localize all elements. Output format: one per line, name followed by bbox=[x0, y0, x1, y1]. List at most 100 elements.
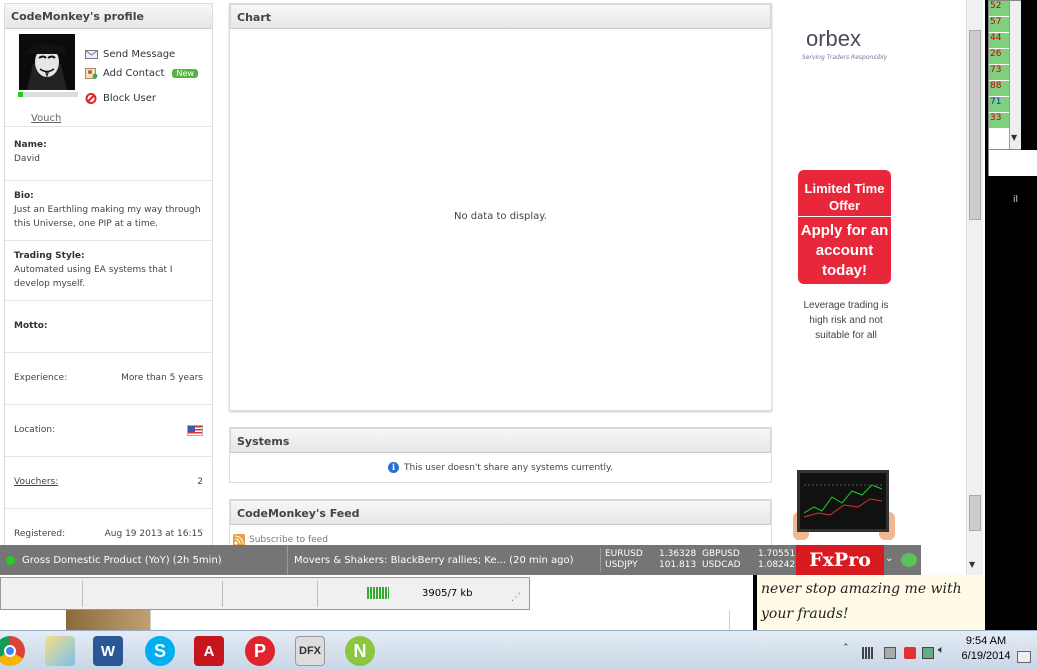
rate-value: 1.70551 bbox=[758, 549, 796, 559]
location-row: Location: bbox=[14, 425, 203, 436]
status-cell bbox=[83, 581, 223, 607]
trading-style-field: Trading Style: Automated using EA system… bbox=[5, 240, 212, 300]
block-user-button[interactable]: Block User bbox=[85, 93, 156, 104]
list-item: 52 bbox=[989, 1, 1009, 17]
vouch-link[interactable]: Vouch bbox=[31, 113, 61, 124]
experience-label: Experience: bbox=[14, 373, 68, 383]
rate-value: 1.36328 bbox=[659, 549, 697, 559]
signal-icon[interactable] bbox=[862, 647, 874, 659]
scroll-down-icon[interactable]: ▼ bbox=[969, 560, 975, 569]
skype-taskbar-button[interactable]: S bbox=[138, 633, 182, 669]
chrome-taskbar-button[interactable] bbox=[0, 633, 32, 669]
ticker-event[interactable]: Gross Domestic Product (YoY) (2h 5min) bbox=[22, 555, 222, 566]
experience-row: Experience: More than 5 years bbox=[14, 373, 203, 383]
meme-line-1: never stop amazing me with bbox=[761, 581, 962, 597]
list-scrollbar[interactable]: ▼ bbox=[1009, 1, 1021, 149]
orbex-ad[interactable]: orbex Serving Traders Responsibly bbox=[790, 0, 900, 80]
limited-offer-ad[interactable]: Limited Time Offer Apply for an account … bbox=[798, 170, 891, 284]
vouchers-value: 2 bbox=[197, 477, 203, 487]
status-cell bbox=[223, 581, 318, 607]
offer-cta: Apply for an account today! bbox=[800, 222, 889, 279]
fxpro-logo[interactable]: FxPro bbox=[796, 545, 884, 575]
add-contact-label: Add Contact bbox=[103, 68, 165, 79]
list-item: 73 bbox=[989, 65, 1009, 81]
chevron-down-icon[interactable]: ▼ bbox=[1011, 133, 1017, 142]
registered-value: Aug 19 2013 at 16:15 bbox=[104, 529, 203, 539]
add-contact-button[interactable]: Add Contact New bbox=[85, 68, 198, 79]
info-icon: i bbox=[388, 462, 400, 473]
profile-title: CodeMonkey's profile bbox=[5, 4, 212, 29]
send-message-button[interactable]: Send Message bbox=[85, 49, 175, 60]
background-photo bbox=[66, 610, 150, 630]
experience-value: More than 5 years bbox=[121, 373, 203, 383]
orbex-logo: orbex bbox=[806, 26, 862, 51]
subscribe-feed-label: Subscribe to feed bbox=[249, 535, 328, 545]
chart-panel: Chart No data to display. bbox=[229, 3, 772, 411]
systems-panel: Systems i This user doesn't share any sy… bbox=[229, 427, 772, 483]
inner-scroll-thumb[interactable] bbox=[969, 495, 981, 531]
new-badge: New bbox=[172, 69, 198, 78]
us-flag-icon bbox=[187, 425, 203, 436]
clock[interactable]: 9:54 AM 6/19/2014 bbox=[951, 634, 1021, 664]
registered-row: Registered: Aug 19 2013 at 16:15 bbox=[14, 529, 203, 539]
meme-line-2: your frauds! bbox=[761, 606, 849, 622]
security-alert-icon[interactable] bbox=[904, 647, 916, 659]
taskbar: W S A P DFX N ⌃ 🔈︎ 9:54 AM 6/19/2014 bbox=[0, 630, 1037, 670]
clock-time: 9:54 AM bbox=[965, 635, 1007, 647]
resize-grip-icon[interactable]: ⋰ bbox=[511, 592, 521, 603]
explorer-icon bbox=[45, 636, 75, 666]
list-window-frame bbox=[988, 150, 1037, 176]
network-icon[interactable] bbox=[922, 647, 934, 659]
acrobat-taskbar-button[interactable]: A bbox=[187, 633, 231, 669]
chat-icon[interactable] bbox=[901, 553, 917, 567]
scroll-thumb[interactable] bbox=[969, 30, 981, 220]
meme-caption: never stop amazing me with your frauds! bbox=[753, 575, 985, 630]
word-taskbar-button[interactable]: W bbox=[86, 633, 130, 669]
offer-headline: Limited Time Offer bbox=[798, 180, 891, 217]
chevron-down-icon[interactable]: ⌄ bbox=[885, 553, 893, 564]
ticker-news[interactable]: Movers & Shakers: BlackBerry rallies; Ke… bbox=[294, 555, 574, 566]
skype-icon: S bbox=[145, 636, 175, 666]
chrome-icon bbox=[0, 636, 25, 666]
show-hidden-icons-icon[interactable]: ⌃ bbox=[842, 643, 854, 655]
list-item: 33 bbox=[989, 113, 1009, 129]
registered-label: Registered: bbox=[14, 529, 66, 539]
ticker-rates: EURUSD 1.36328 GBPUSD 1.70551 USDJPY 101… bbox=[600, 548, 795, 572]
volume-icon[interactable]: 🔈︎ bbox=[938, 643, 950, 656]
page-scrollbar[interactable]: ▼ bbox=[966, 0, 983, 575]
pinterest-taskbar-button[interactable]: P bbox=[238, 633, 282, 669]
rate-pair: EURUSD bbox=[605, 549, 643, 559]
list-item: 88 bbox=[989, 81, 1009, 97]
ninja-taskbar-button[interactable]: N bbox=[338, 633, 382, 669]
vouchers-link[interactable]: Vouchers: bbox=[14, 477, 58, 487]
battery-icon[interactable] bbox=[884, 647, 896, 659]
pinterest-icon: P bbox=[245, 636, 275, 666]
clock-date: 6/19/2014 bbox=[961, 650, 1011, 662]
side-number-list[interactable]: 52 57 44 26 73 88 71 33 ▼ bbox=[988, 0, 1021, 150]
side-text: il bbox=[1013, 195, 1019, 205]
add-contact-icon bbox=[85, 68, 98, 79]
name-value: David bbox=[14, 154, 40, 164]
block-icon bbox=[85, 93, 97, 104]
motto-field: Motto: bbox=[5, 300, 212, 352]
rate-value: 101.813 bbox=[659, 560, 697, 570]
list-item: 44 bbox=[989, 33, 1009, 49]
rate-pair: GBPUSD bbox=[702, 549, 740, 559]
rate-value: 1.08242 bbox=[758, 560, 796, 570]
block-user-label: Block User bbox=[103, 93, 157, 104]
name-field: Name: David bbox=[5, 126, 212, 180]
dfx-taskbar-button[interactable]: DFX bbox=[288, 633, 332, 669]
risk-disclaimer: Leverage trading is high risk and not su… bbox=[803, 300, 889, 341]
trading-style-value: Automated using EA systems that I develo… bbox=[14, 265, 173, 289]
status-cell bbox=[1, 581, 83, 607]
trading-monitor-ad[interactable] bbox=[797, 470, 889, 532]
trading-style-label: Trading Style: bbox=[14, 251, 85, 261]
systems-title: Systems bbox=[230, 428, 771, 453]
bio-value: Just an Earthling making my way through … bbox=[14, 205, 201, 229]
send-message-label: Send Message bbox=[103, 49, 176, 60]
avatar[interactable] bbox=[19, 34, 75, 90]
status-bar-window: 3905/7 kb ⋰ bbox=[0, 577, 530, 610]
bio-label: Bio: bbox=[14, 191, 34, 201]
explorer-taskbar-button[interactable] bbox=[38, 633, 82, 669]
download-size: 3905/7 kb bbox=[422, 588, 473, 599]
